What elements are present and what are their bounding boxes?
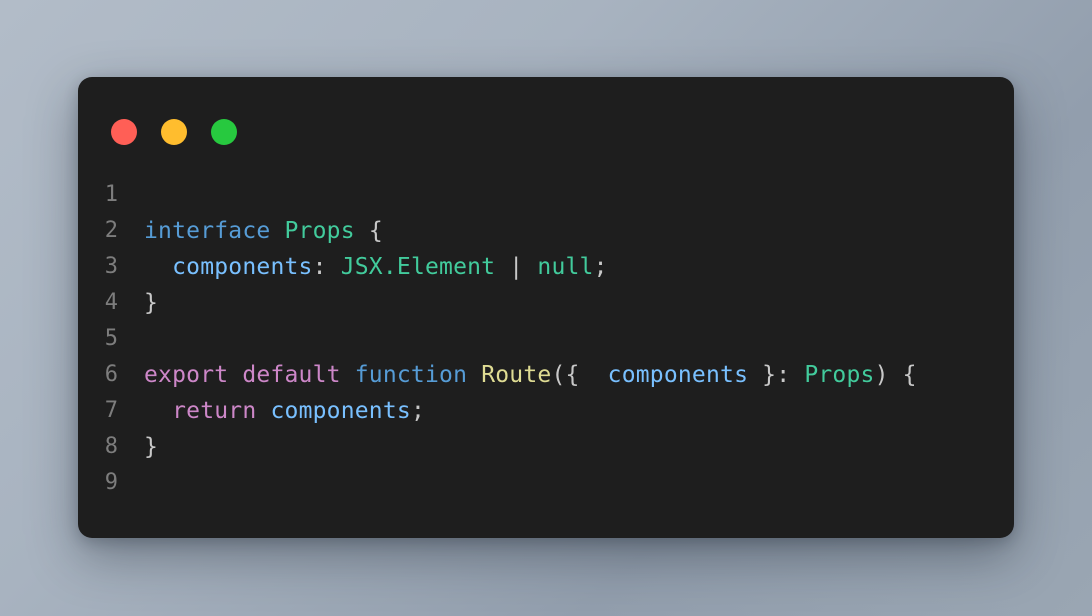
code-token: | (495, 254, 538, 280)
code-line[interactable]: 6 export default function Route({ compone… (78, 357, 1014, 393)
code-line-content: components: JSX.Element | null; (144, 249, 1014, 285)
code-line-content: } (144, 285, 1014, 321)
code-token: }: (748, 362, 805, 388)
line-number: 7 (104, 398, 118, 423)
line-number: 5 (104, 326, 118, 351)
code-token: function (354, 362, 468, 388)
code-line[interactable]: 2 interface Props { (78, 213, 1014, 249)
code-token: } (144, 434, 159, 460)
minimize-button[interactable] (161, 119, 187, 145)
code-token: Route (481, 362, 552, 388)
code-token: null (537, 254, 594, 280)
maximize-button[interactable] (211, 119, 237, 145)
code-token: { (368, 218, 383, 244)
code-token: components (172, 254, 313, 280)
code-line[interactable]: 1 (78, 177, 1014, 213)
code-line-content: export default function Route({ componen… (144, 357, 1014, 393)
code-token: ({ (551, 362, 608, 388)
code-line[interactable]: 3 components: JSX.Element | null; (78, 249, 1014, 285)
code-token: return (172, 398, 257, 424)
code-line[interactable]: 9 (78, 465, 1014, 501)
code-token: ; (593, 254, 608, 280)
line-number: 6 (104, 362, 118, 387)
code-line-content: return components; (144, 393, 1014, 429)
code-line-content: } (144, 429, 1014, 465)
code-token: export default (144, 362, 341, 388)
code-token: Props (284, 218, 355, 244)
code-line[interactable]: 5 (78, 321, 1014, 357)
line-number: 2 (104, 218, 118, 243)
window-titlebar (78, 77, 1014, 155)
line-number: 8 (104, 434, 118, 459)
code-line[interactable]: 7 return components; (78, 393, 1014, 429)
line-number: 9 (104, 470, 118, 495)
code-editor[interactable]: 1 2 interface Props {3 components: JSX.Ele… (78, 155, 1014, 501)
close-button[interactable] (111, 119, 137, 145)
line-number: 3 (104, 254, 118, 279)
code-token: components (270, 398, 411, 424)
code-token: Props (804, 362, 875, 388)
code-token: ; (410, 398, 426, 424)
code-line[interactable]: 4} (78, 285, 1014, 321)
code-token: JSX.Element (340, 254, 496, 280)
line-number: 4 (104, 290, 118, 315)
code-token: } (144, 290, 159, 316)
code-line[interactable]: 8} (78, 429, 1014, 465)
code-token: ) { (874, 362, 917, 388)
code-token: interface (144, 218, 271, 244)
code-token: : (312, 254, 341, 280)
code-token: components (607, 362, 749, 388)
traffic-light-controls (111, 119, 237, 145)
code-snippet-window: 1 2 interface Props {3 components: JSX.Ele… (78, 77, 1014, 538)
line-number: 1 (104, 182, 118, 207)
code-line-content: interface Props { (144, 213, 1014, 249)
